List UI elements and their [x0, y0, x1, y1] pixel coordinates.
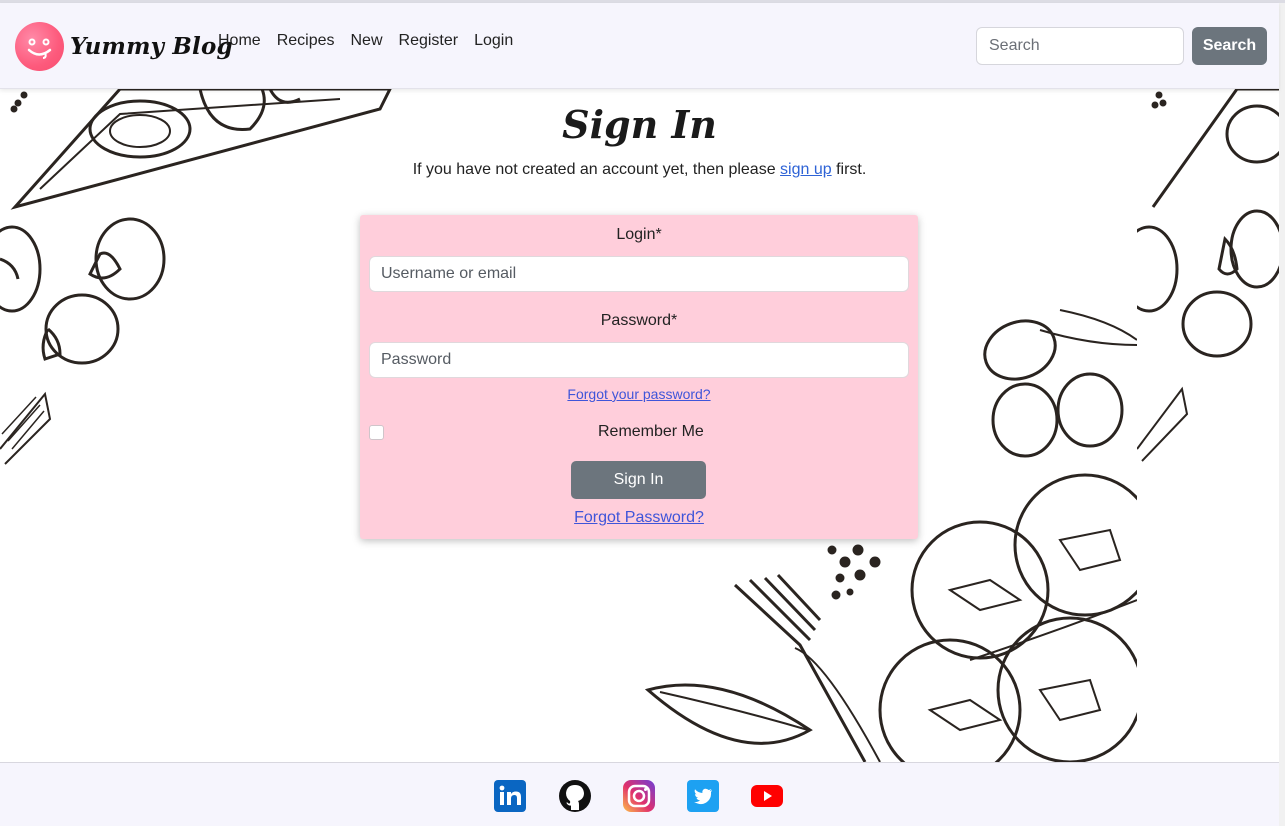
linkedin-icon[interactable]: [494, 780, 526, 812]
navbar: Yummy Blog Home Recipes New Register Log…: [0, 3, 1279, 89]
nav-link-home[interactable]: Home: [218, 32, 261, 50]
password-field[interactable]: [369, 342, 909, 378]
signup-prompt-before: If you have not created an account yet, …: [412, 161, 781, 178]
forgot-password-link[interactable]: Forgot Password?: [360, 509, 918, 527]
twitter-icon[interactable]: [687, 780, 719, 812]
nav-link-register[interactable]: Register: [399, 32, 459, 50]
signup-prompt-after: first.: [831, 161, 867, 178]
nav-links: Home Recipes New Register Login: [218, 32, 529, 50]
instagram-icon[interactable]: [623, 780, 655, 812]
nav-link-login[interactable]: Login: [474, 32, 513, 50]
github-icon[interactable]: [559, 780, 591, 812]
search-input[interactable]: [976, 27, 1184, 65]
brand-name: Yummy Blog: [70, 33, 233, 60]
remember-me-checkbox[interactable]: [369, 425, 384, 440]
scrollbar-track[interactable]: [1279, 3, 1285, 826]
signup-prompt: If you have not created an account yet, …: [0, 161, 1279, 179]
signin-form: Login* Password* Forgot your password? R…: [360, 215, 918, 539]
brand[interactable]: Yummy Blog: [15, 22, 233, 71]
footer: [0, 762, 1279, 826]
username-field[interactable]: [369, 256, 909, 292]
login-label: Login*: [616, 226, 662, 243]
signup-link[interactable]: sign up: [780, 161, 832, 178]
remember-me-label: Remember Me: [598, 423, 704, 440]
nav-link-new[interactable]: New: [351, 32, 383, 50]
search-button[interactable]: Search: [1192, 27, 1267, 65]
sign-in-button[interactable]: Sign In: [571, 461, 706, 499]
food-sketch-right-top-icon: [1137, 89, 1279, 462]
page-title: Sign In: [562, 102, 717, 147]
nav-link-recipes[interactable]: Recipes: [277, 32, 335, 50]
youtube-icon[interactable]: [751, 780, 783, 812]
password-label: Password*: [600, 312, 678, 329]
forgot-password-small-link[interactable]: Forgot your password?: [360, 386, 918, 402]
smiley-logo-icon: [15, 22, 64, 71]
